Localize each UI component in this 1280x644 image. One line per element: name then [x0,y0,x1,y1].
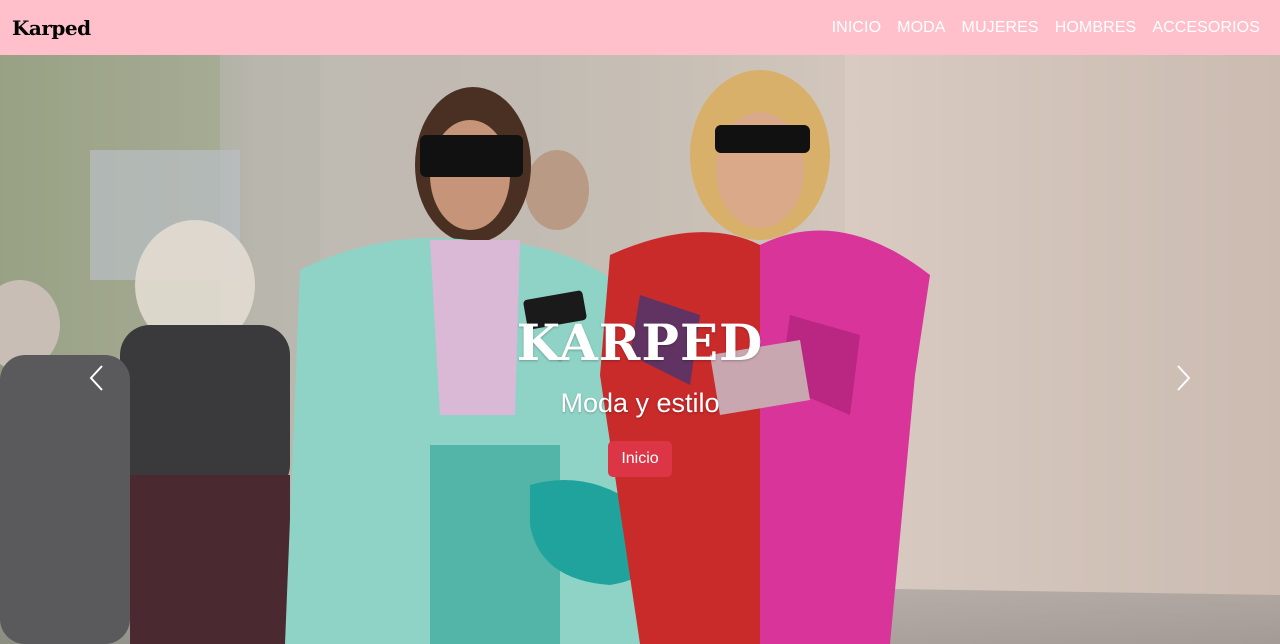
chevron-left-icon [89,365,103,391]
nav-link-inicio[interactable]: INICIO [832,19,882,37]
hero-title: KARPED [516,313,764,372]
chevron-right-icon [1177,365,1191,391]
nav-links: INICIO MODA MUJERES HOMBRES ACCESORIOS [832,19,1268,37]
brand-logo[interactable]: Karped [12,16,91,40]
navbar: Karped INICIO MODA MUJERES HOMBRES ACCES… [0,0,1280,55]
nav-link-hombres[interactable]: HOMBRES [1055,19,1137,37]
nav-link-accesorios[interactable]: ACCESORIOS [1152,19,1260,37]
nav-link-moda[interactable]: MODA [897,19,945,37]
nav-link-mujeres[interactable]: MUJERES [962,19,1039,37]
hero-inicio-button[interactable]: Inicio [608,441,672,477]
hero-subtitle: Moda y estilo [560,388,720,418]
carousel-next-button[interactable] [1169,355,1199,401]
carousel-prev-button[interactable] [81,355,111,401]
carousel-caption: KARPED Moda y estilo Inicio [0,313,1280,477]
hero-carousel: KARPED Moda y estilo Inicio [0,55,1280,644]
